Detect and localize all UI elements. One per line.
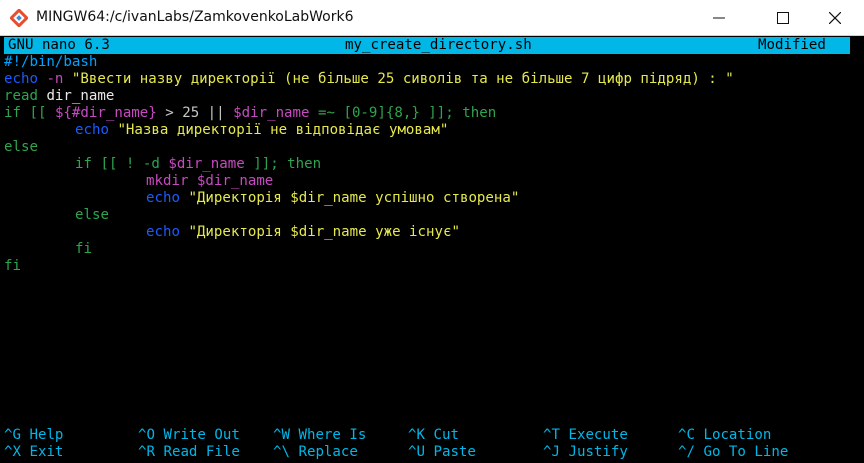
code-token: [[ ! -d	[91, 156, 169, 172]
code-token: ]]; then	[244, 156, 322, 172]
shortcut-label: Replace	[289, 444, 358, 460]
shortcut-label: Justify	[559, 444, 628, 460]
code-line-8: mkdir $dir_name	[146, 173, 273, 190]
code-token: "Ввести назву директорії (не більше 25 с…	[71, 71, 734, 87]
window-title: MINGW64:/c/ivanLabs/ZamkovenkoLabWork6	[36, 9, 354, 25]
code-token: =~ [0-9]{8,} ]]; then	[309, 105, 497, 121]
close-button[interactable]	[812, 0, 858, 35]
shortcut-label: Go To Line	[694, 444, 789, 460]
shortcut-key: ^K	[408, 427, 425, 443]
shortcut-key: ^U	[408, 444, 425, 460]
code-line-5: echo "Назва директорії не відповідає умо…	[75, 122, 448, 139]
nano-version: GNU nano 6.3	[8, 37, 110, 53]
code-line-6: else	[4, 139, 38, 155]
code-line-9: echo "Директорія $dir_name успішно створ…	[146, 190, 519, 207]
mingw-app-icon	[10, 9, 28, 27]
shortcut-label: Paste	[424, 444, 476, 460]
shortcut-key: ^\	[273, 444, 290, 460]
code-token: echo	[75, 122, 109, 138]
code-token: > 25 ||	[156, 105, 234, 121]
shortcut-help[interactable]: ^G Help	[4, 427, 63, 444]
code-token: -n	[37, 71, 72, 87]
nano-filename: my_create_directory.sh	[345, 37, 532, 53]
shortcut-read-file[interactable]: ^R Read File	[138, 444, 240, 461]
code-token: echo	[146, 224, 180, 240]
close-icon	[829, 11, 841, 24]
code-token: echo	[146, 190, 180, 206]
scrollbar[interactable]	[851, 36, 864, 463]
code-line-3: read dir_name	[4, 88, 114, 105]
shortcut-execute[interactable]: ^T Execute	[543, 427, 628, 444]
code-token: dir_name	[37, 88, 115, 104]
code-line-7: if [[ ! -d $dir_name ]]; then	[75, 156, 321, 173]
code-token: $dir_name	[233, 105, 310, 121]
shortcut-write-out[interactable]: ^O Write Out	[138, 427, 240, 444]
code-token: $dir_name	[168, 156, 245, 172]
window-titlebar: MINGW64:/c/ivanLabs/ZamkovenkoLabWork6	[0, 0, 864, 36]
code-line-10: else	[75, 207, 109, 223]
shortcut-label: Read File	[154, 444, 240, 460]
nano-status: Modified	[758, 37, 826, 53]
shortcut-where-is[interactable]: ^W Where Is	[273, 427, 366, 444]
nano-header-bar: GNU nano 6.3 my_create_directory.sh Modi…	[4, 37, 850, 54]
code-token: "Директорія $dir_name уже існує"	[179, 224, 460, 240]
shortcut-key: ^C	[678, 427, 695, 443]
shortcut-key: ^/	[678, 444, 695, 460]
code-line-13: fi	[4, 258, 21, 274]
shortcut-label: Where Is	[289, 427, 367, 443]
terminal-area[interactable]: GNU nano 6.3 my_create_directory.sh Modi…	[0, 36, 864, 463]
shortcut-label: Write Out	[154, 427, 240, 443]
shortcut-label: Execute	[559, 427, 628, 443]
code-line-1: #!/bin/bash	[4, 54, 98, 70]
shortcut-label: Exit	[20, 444, 64, 460]
shortcut-key: ^G	[4, 427, 21, 443]
code-token: echo	[4, 71, 38, 87]
code-token: if	[4, 105, 21, 121]
code-line-11: echo "Директорія $dir_name уже існує"	[146, 224, 460, 241]
shortcut-label: Help	[20, 427, 64, 443]
shortcut-paste[interactable]: ^U Paste	[408, 444, 476, 461]
shortcut-label: Cut	[424, 427, 459, 443]
shortcut-replace[interactable]: ^\ Replace	[273, 444, 358, 461]
code-token: read	[4, 88, 38, 104]
code-token: "Директорія $dir_name успішно створена"	[179, 190, 520, 206]
shortcut-key: ^T	[543, 427, 560, 443]
code-line-2: echo -n "Ввести назву директорії (не біл…	[4, 71, 734, 88]
shortcut-key: ^J	[543, 444, 560, 460]
shortcut-exit[interactable]: ^X Exit	[4, 444, 63, 461]
code-token: mkdir	[146, 173, 189, 189]
shortcut-location[interactable]: ^C Location	[678, 427, 771, 444]
maximize-button[interactable]	[760, 0, 806, 35]
shortcut-key: ^O	[138, 427, 155, 443]
code-token: ${#dir_name}	[54, 105, 157, 121]
minimize-icon	[713, 17, 725, 18]
shortcut-go-to-line[interactable]: ^/ Go To Line	[678, 444, 788, 461]
shortcut-key: ^W	[273, 427, 290, 443]
minimize-button[interactable]	[696, 0, 742, 35]
maximize-icon	[777, 11, 789, 24]
shortcut-key: ^R	[138, 444, 155, 460]
code-token: $dir_name	[188, 173, 274, 189]
code-line-4: if [[ ${#dir_name} > 25 || $dir_name =~ …	[4, 105, 496, 122]
code-token: "Назва директорії не відповідає умовам"	[108, 122, 449, 138]
code-token: [[	[20, 105, 55, 121]
shortcut-key: ^X	[4, 444, 21, 460]
code-line-12: fi	[75, 241, 92, 257]
shortcut-cut[interactable]: ^K Cut	[408, 427, 459, 444]
code-token: if	[75, 156, 92, 172]
shortcut-label: Location	[694, 427, 772, 443]
shortcut-justify[interactable]: ^J Justify	[543, 444, 628, 461]
